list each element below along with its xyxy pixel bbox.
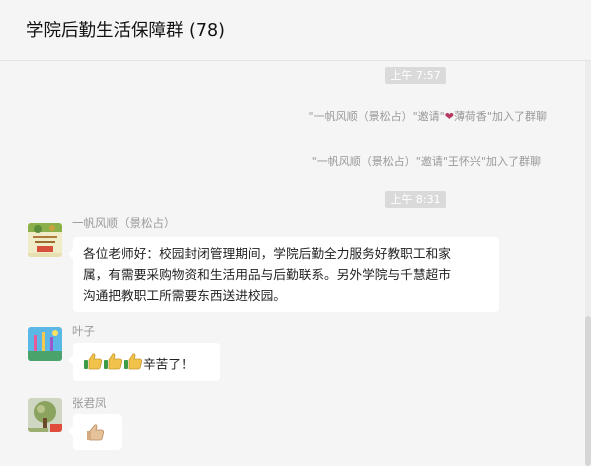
sender-name: 叶子 — [72, 324, 95, 338]
timestamp-badge: 上午 7:57 — [385, 67, 446, 84]
system-message-prefix: "一帆风顺（景松占）"邀请" — [308, 110, 445, 123]
chat-header: 学院后勤生活保障群 (78) — [0, 0, 591, 61]
scrollbar-thumb[interactable] — [585, 316, 591, 466]
scrollbar[interactable] — [585, 61, 591, 466]
message-bubble[interactable]: 辛苦了！ — [68, 343, 220, 381]
avatar[interactable] — [28, 223, 62, 257]
thumbs-up-icon — [123, 351, 143, 377]
system-message-invite: "一帆风顺（景松占）"邀请"❤薄荷香"加入了群聊 — [309, 108, 547, 124]
message-bubble[interactable] — [68, 414, 122, 450]
system-message-invite: "一帆风顺（景松占）"邀请"王怀兴"加入了群聊 — [311, 155, 541, 168]
sender-name: 张君凤 — [72, 396, 107, 410]
group-title: 学院后勤生活保障群 (78) — [26, 21, 225, 41]
message-line: 沟通把教职工所需要东西送进校园。 — [83, 288, 286, 303]
message-line: 属，有需要采购物资和生活用品与后勤联系。另外学院与千慧超市 — [83, 267, 451, 282]
message-line: 各位老师好：校园封闭管理期间，学院后勤全力服务好教职工和家 — [83, 246, 451, 261]
message-bubble[interactable]: 各位老师好：校园封闭管理期间，学院后勤全力服务好教职工和家 属，有需要采购物资和… — [68, 237, 499, 312]
thumbs-up-icon — [83, 351, 103, 377]
thumbs-up-icon — [103, 351, 123, 377]
sender-name: 一帆风顺（景松占） — [72, 216, 176, 230]
message-text: 辛苦了！ — [143, 356, 194, 372]
thumbs-up-icon — [86, 422, 106, 448]
heart-icon: ❤ — [444, 110, 454, 123]
avatar[interactable] — [28, 398, 62, 432]
avatar[interactable] — [28, 327, 62, 361]
timestamp-badge: 上午 8:31 — [385, 191, 446, 208]
system-message-suffix: 薄荷香"加入了群聊 — [453, 110, 547, 123]
